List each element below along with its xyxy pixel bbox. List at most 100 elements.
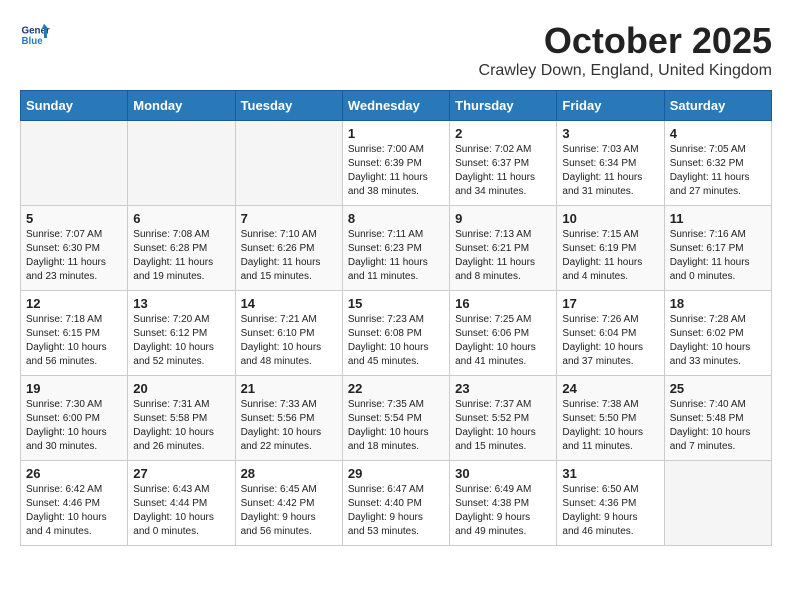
- day-info: Sunrise: 7:13 AM Sunset: 6:21 PM Dayligh…: [455, 228, 551, 284]
- day-number: 29: [348, 466, 444, 481]
- day-number: 3: [562, 126, 658, 141]
- day-number: 28: [241, 466, 337, 481]
- day-of-week-header: Tuesday: [235, 91, 342, 121]
- day-number: 11: [670, 211, 766, 226]
- day-info: Sunrise: 7:11 AM Sunset: 6:23 PM Dayligh…: [348, 228, 444, 284]
- day-info: Sunrise: 7:28 AM Sunset: 6:02 PM Dayligh…: [670, 313, 766, 369]
- day-number: 26: [26, 466, 122, 481]
- calendar-week-row: 19Sunrise: 7:30 AM Sunset: 6:00 PM Dayli…: [21, 376, 772, 461]
- day-number: 30: [455, 466, 551, 481]
- day-number: 18: [670, 296, 766, 311]
- day-info: Sunrise: 7:40 AM Sunset: 5:48 PM Dayligh…: [670, 398, 766, 454]
- calendar-cell: 1 Sunrise: 7:00 AM Sunset: 6:39 PM Daylig…: [342, 121, 449, 206]
- day-of-week-header: Friday: [557, 91, 664, 121]
- svg-text:Blue: Blue: [22, 36, 44, 47]
- day-of-week-header: Saturday: [664, 91, 771, 121]
- calendar-cell: [664, 461, 771, 546]
- day-number: 2: [455, 126, 551, 141]
- calendar-cell: 18 Sunrise: 7:28 AM Sunset: 6:02 PM Dayli…: [664, 291, 771, 376]
- calendar-cell: 13 Sunrise: 7:20 AM Sunset: 6:12 PM Dayli…: [128, 291, 235, 376]
- day-info: Sunrise: 7:08 AM Sunset: 6:28 PM Dayligh…: [133, 228, 229, 284]
- calendar-cell: 9 Sunrise: 7:13 AM Sunset: 6:21 PM Daylig…: [450, 206, 557, 291]
- day-number: 31: [562, 466, 658, 481]
- day-number: 27: [133, 466, 229, 481]
- day-number: 22: [348, 381, 444, 396]
- day-info: Sunrise: 7:02 AM Sunset: 6:37 PM Dayligh…: [455, 143, 551, 199]
- day-info: Sunrise: 7:05 AM Sunset: 6:32 PM Dayligh…: [670, 143, 766, 199]
- day-info: Sunrise: 7:33 AM Sunset: 5:56 PM Dayligh…: [241, 398, 337, 454]
- calendar-cell: 28 Sunrise: 6:45 AM Sunset: 4:42 PM Dayli…: [235, 461, 342, 546]
- day-info: Sunrise: 6:42 AM Sunset: 4:46 PM Dayligh…: [26, 483, 122, 539]
- day-number: 17: [562, 296, 658, 311]
- calendar-cell: 20 Sunrise: 7:31 AM Sunset: 5:58 PM Dayli…: [128, 376, 235, 461]
- day-info: Sunrise: 7:38 AM Sunset: 5:50 PM Dayligh…: [562, 398, 658, 454]
- day-info: Sunrise: 7:18 AM Sunset: 6:15 PM Dayligh…: [26, 313, 122, 369]
- day-info: Sunrise: 6:50 AM Sunset: 4:36 PM Dayligh…: [562, 483, 658, 539]
- calendar-cell: 16 Sunrise: 7:25 AM Sunset: 6:06 PM Dayli…: [450, 291, 557, 376]
- day-number: 7: [241, 211, 337, 226]
- day-info: Sunrise: 6:47 AM Sunset: 4:40 PM Dayligh…: [348, 483, 444, 539]
- calendar-cell: [21, 121, 128, 206]
- day-info: Sunrise: 7:07 AM Sunset: 6:30 PM Dayligh…: [26, 228, 122, 284]
- calendar-cell: 22 Sunrise: 7:35 AM Sunset: 5:54 PM Dayli…: [342, 376, 449, 461]
- calendar-cell: 29 Sunrise: 6:47 AM Sunset: 4:40 PM Dayli…: [342, 461, 449, 546]
- day-number: 5: [26, 211, 122, 226]
- day-info: Sunrise: 7:25 AM Sunset: 6:06 PM Dayligh…: [455, 313, 551, 369]
- calendar-cell: 24 Sunrise: 7:38 AM Sunset: 5:50 PM Dayli…: [557, 376, 664, 461]
- title-block: October 2025 Crawley Down, England, Unit…: [479, 20, 772, 80]
- calendar-cell: 6 Sunrise: 7:08 AM Sunset: 6:28 PM Daylig…: [128, 206, 235, 291]
- day-info: Sunrise: 7:20 AM Sunset: 6:12 PM Dayligh…: [133, 313, 229, 369]
- calendar-cell: 7 Sunrise: 7:10 AM Sunset: 6:26 PM Daylig…: [235, 206, 342, 291]
- day-number: 16: [455, 296, 551, 311]
- calendar-cell: 25 Sunrise: 7:40 AM Sunset: 5:48 PM Dayli…: [664, 376, 771, 461]
- day-number: 14: [241, 296, 337, 311]
- calendar-cell: 10Sunrise: 7:15 AM Sunset: 6:19 PM Dayli…: [557, 206, 664, 291]
- day-number: 13: [133, 296, 229, 311]
- location-title: Crawley Down, England, United Kingdom: [479, 62, 772, 80]
- calendar-cell: [128, 121, 235, 206]
- day-info: Sunrise: 7:00 AM Sunset: 6:39 PM Dayligh…: [348, 143, 444, 199]
- calendar-cell: 27Sunrise: 6:43 AM Sunset: 4:44 PM Dayli…: [128, 461, 235, 546]
- day-info: Sunrise: 6:49 AM Sunset: 4:38 PM Dayligh…: [455, 483, 551, 539]
- day-number: 8: [348, 211, 444, 226]
- day-info: Sunrise: 7:31 AM Sunset: 5:58 PM Dayligh…: [133, 398, 229, 454]
- page-header: General Blue October 2025 Crawley Down, …: [20, 20, 772, 80]
- calendar-cell: 14 Sunrise: 7:21 AM Sunset: 6:10 PM Dayli…: [235, 291, 342, 376]
- month-title: October 2025: [479, 20, 772, 62]
- calendar-week-row: 1 Sunrise: 7:00 AM Sunset: 6:39 PM Daylig…: [21, 121, 772, 206]
- day-number: 9: [455, 211, 551, 226]
- day-info: Sunrise: 7:16 AM Sunset: 6:17 PM Dayligh…: [670, 228, 766, 284]
- day-number: 24: [562, 381, 658, 396]
- day-number: 12: [26, 296, 122, 311]
- calendar-cell: 17 Sunrise: 7:26 AM Sunset: 6:04 PM Dayli…: [557, 291, 664, 376]
- day-of-week-header: Monday: [128, 91, 235, 121]
- day-info: Sunrise: 6:45 AM Sunset: 4:42 PM Dayligh…: [241, 483, 337, 539]
- day-info: Sunrise: 7:15 AM Sunset: 6:19 PM Dayligh…: [562, 228, 658, 284]
- calendar: SundayMondayTuesdayWednesdayThursdayFrid…: [20, 90, 772, 546]
- calendar-cell: 5 Sunrise: 7:07 AM Sunset: 6:30 PM Daylig…: [21, 206, 128, 291]
- day-info: Sunrise: 7:03 AM Sunset: 6:34 PM Dayligh…: [562, 143, 658, 199]
- day-info: Sunrise: 7:35 AM Sunset: 5:54 PM Dayligh…: [348, 398, 444, 454]
- day-number: 6: [133, 211, 229, 226]
- day-info: Sunrise: 7:37 AM Sunset: 5:52 PM Dayligh…: [455, 398, 551, 454]
- day-info: Sunrise: 7:21 AM Sunset: 6:10 PM Dayligh…: [241, 313, 337, 369]
- day-number: 1: [348, 126, 444, 141]
- day-of-week-header: Thursday: [450, 91, 557, 121]
- calendar-cell: 4 Sunrise: 7:05 AM Sunset: 6:32 PM Daylig…: [664, 121, 771, 206]
- calendar-cell: 26 Sunrise: 6:42 AM Sunset: 4:46 PM Dayli…: [21, 461, 128, 546]
- day-number: 4: [670, 126, 766, 141]
- day-number: 21: [241, 381, 337, 396]
- calendar-cell: 8 Sunrise: 7:11 AM Sunset: 6:23 PM Daylig…: [342, 206, 449, 291]
- calendar-week-row: 26 Sunrise: 6:42 AM Sunset: 4:46 PM Dayli…: [21, 461, 772, 546]
- day-info: Sunrise: 7:10 AM Sunset: 6:26 PM Dayligh…: [241, 228, 337, 284]
- day-info: Sunrise: 7:26 AM Sunset: 6:04 PM Dayligh…: [562, 313, 658, 369]
- calendar-cell: 2 Sunrise: 7:02 AM Sunset: 6:37 PM Daylig…: [450, 121, 557, 206]
- calendar-cell: 12 Sunrise: 7:18 AM Sunset: 6:15 PM Dayli…: [21, 291, 128, 376]
- day-number: 19: [26, 381, 122, 396]
- calendar-week-row: 12 Sunrise: 7:18 AM Sunset: 6:15 PM Dayli…: [21, 291, 772, 376]
- day-number: 20: [133, 381, 229, 396]
- day-number: 23: [455, 381, 551, 396]
- day-number: 25: [670, 381, 766, 396]
- calendar-cell: 23 Sunrise: 7:37 AM Sunset: 5:52 PM Dayli…: [450, 376, 557, 461]
- calendar-header-row: SundayMondayTuesdayWednesdayThursdayFrid…: [21, 91, 772, 121]
